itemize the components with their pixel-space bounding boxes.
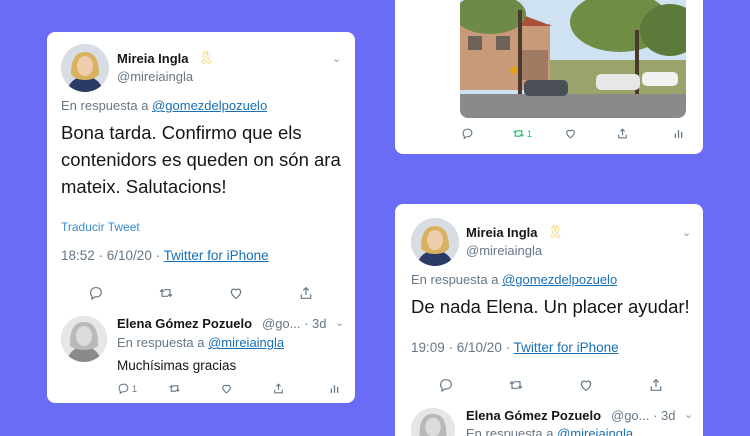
- translate-link[interactable]: Traducir Tweet: [61, 220, 140, 234]
- tweet-text: Bona tarda. Confirmo que els contenidors…: [61, 119, 351, 200]
- reply-prefix: En respuesta a: [117, 335, 205, 350]
- yellow-ribbon-icon: 🎗: [198, 50, 215, 65]
- tweet-card-bottom-right: Mireia Ingla 🎗 @mireiaingla ⌄ En respues…: [395, 204, 703, 436]
- reply-icon[interactable]: [461, 127, 474, 140]
- reply-author-meta[interactable]: @go... · 3d: [262, 316, 327, 331]
- author-handle[interactable]: @mireiaingla: [117, 69, 193, 84]
- share-icon[interactable]: [648, 377, 664, 393]
- tweet-text-line: mateix. Salutacions!: [61, 176, 227, 197]
- mireia-avatar[interactable]: [61, 44, 109, 92]
- retweet-icon[interactable]: [512, 127, 525, 140]
- tweet-card-top-right: 1: [395, 0, 703, 154]
- like-icon[interactable]: [228, 285, 244, 301]
- elena-avatar[interactable]: [61, 316, 107, 362]
- elena-avatar[interactable]: [411, 408, 455, 436]
- tweet-timestamp: 18:52 · 6/10/20 ·: [61, 248, 161, 263]
- tweet-card-left: Mireia Ingla 🎗 @mireiaingla ⌄ En respues…: [47, 32, 355, 403]
- reply-mention-link[interactable]: @mireiaingla: [208, 335, 284, 350]
- reply-mention-link[interactable]: @gomezdelpozuelo: [152, 98, 267, 113]
- share-icon[interactable]: [298, 285, 314, 301]
- like-icon[interactable]: [564, 127, 577, 140]
- reply-context: En respuesta a @gomezdelpozuelo: [61, 98, 267, 113]
- tweet-text-line: contenidors es queden on són ara: [61, 149, 341, 170]
- tweet-meta: 19:09 · 6/10/20 · Twitter for iPhone: [411, 340, 619, 355]
- author-handle[interactable]: @mireiaingla: [466, 243, 542, 258]
- tweet-text: De nada Elena. Un placer ayudar!: [411, 296, 690, 317]
- reply-context: En respuesta a @gomezdelpozuelo: [411, 272, 617, 287]
- tweet-source-link[interactable]: Twitter for iPhone: [514, 340, 619, 355]
- reply-author-name[interactable]: Elena Gómez Pozuelo: [117, 316, 252, 331]
- tweet-text-line: Bona tarda. Confirmo que els: [61, 122, 302, 143]
- share-icon[interactable]: [616, 127, 629, 140]
- reply-prefix: En respuesta a: [61, 98, 149, 113]
- retweet-icon[interactable]: [508, 377, 524, 393]
- tweet-meta: 18:52 · 6/10/20 · Twitter for iPhone: [61, 248, 269, 263]
- reply-icon[interactable]: [117, 382, 130, 395]
- reply-author-meta[interactable]: @go... · 3d: [611, 408, 676, 423]
- reply-author-name[interactable]: Elena Gómez Pozuelo: [466, 408, 601, 423]
- reply-prefix: En respuesta a: [411, 272, 499, 287]
- retweet-icon[interactable]: [158, 285, 174, 301]
- reply-icon[interactable]: [88, 285, 104, 301]
- reply-reply-context: En respuesta a @mireiaingla: [117, 335, 284, 350]
- reply-reply-context: En respuesta a @mireiaingla: [466, 426, 633, 436]
- author-name[interactable]: Mireia Ingla: [466, 225, 538, 240]
- retweet-count: 1: [527, 129, 533, 139]
- analytics-icon[interactable]: [328, 382, 341, 395]
- reply-chevron-down-icon[interactable]: ⌄: [335, 316, 344, 329]
- reply-mention-link[interactable]: @mireiaingla: [557, 426, 633, 436]
- reply-icon[interactable]: [438, 377, 454, 393]
- like-icon[interactable]: [578, 377, 594, 393]
- analytics-icon[interactable]: [672, 127, 685, 140]
- reply-mention-link[interactable]: @gomezdelpozuelo: [502, 272, 617, 287]
- tweet-photo[interactable]: [460, 0, 686, 118]
- share-icon[interactable]: [272, 382, 285, 395]
- tweet-source-link[interactable]: Twitter for iPhone: [164, 248, 269, 263]
- reply-prefix: En respuesta a: [466, 426, 554, 436]
- reply-text: Muchísimas gracias: [117, 358, 237, 373]
- mireia-avatar[interactable]: [411, 218, 459, 266]
- tweet-timestamp: 19:09 · 6/10/20 ·: [411, 340, 511, 355]
- yellow-ribbon-icon: 🎗: [547, 224, 564, 239]
- chevron-down-icon[interactable]: ⌄: [332, 52, 341, 65]
- chevron-down-icon[interactable]: ⌄: [682, 226, 691, 239]
- retweet-icon[interactable]: [168, 382, 181, 395]
- author-name[interactable]: Mireia Ingla: [117, 51, 189, 66]
- reply-count: 1: [132, 384, 138, 394]
- reply-chevron-down-icon[interactable]: ⌄: [684, 408, 693, 421]
- like-icon[interactable]: [220, 382, 233, 395]
